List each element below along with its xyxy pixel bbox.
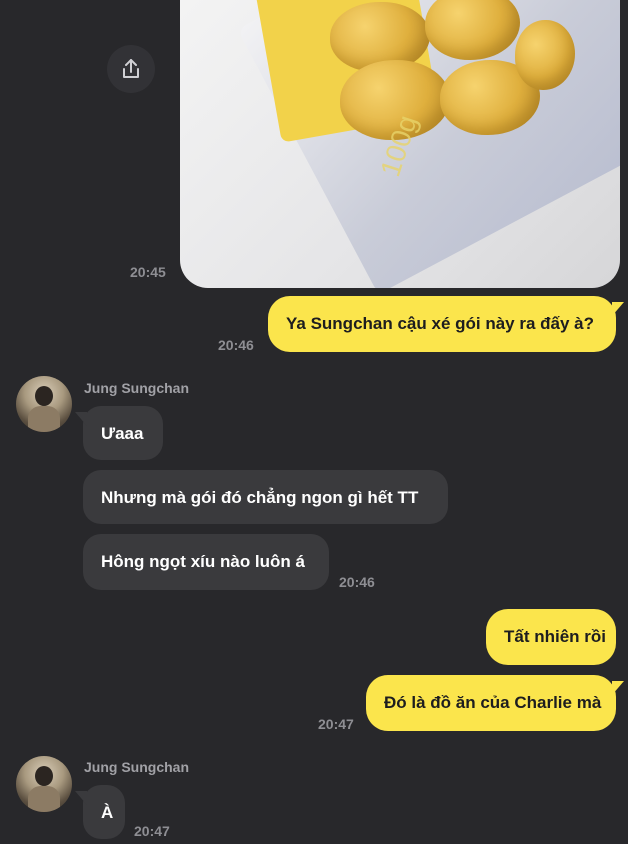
message-text: Đó là đồ ăn của Charlie mà — [384, 693, 602, 712]
message-text: À — [101, 803, 114, 822]
avatar[interactable] — [16, 376, 72, 432]
sender-name: Jung Sungchan — [84, 380, 189, 396]
timestamp: 20:47 — [134, 823, 170, 839]
outgoing-message[interactable]: Tất nhiên rồi — [486, 609, 616, 665]
incoming-message[interactable]: Hông ngọt xíu nào luôn á — [83, 534, 329, 590]
message-text: Tất nhiên rồi — [504, 627, 606, 646]
message-text: Ưaaa — [101, 424, 144, 443]
message-text: Nhưng mà gói đó chẳng ngon gì hết TT — [101, 488, 419, 507]
timestamp: 20:46 — [339, 574, 375, 590]
photo-message[interactable]: 100g — [180, 0, 620, 288]
incoming-message[interactable]: Ưaaa — [75, 406, 163, 460]
share-button[interactable] — [107, 45, 155, 93]
incoming-message[interactable]: À — [75, 785, 125, 839]
timestamp: 20:47 — [318, 716, 354, 732]
share-icon — [123, 59, 139, 78]
timestamp: 20:46 — [218, 337, 254, 353]
message-text: Ya Sungchan cậu xé gói này ra đấy à? — [286, 314, 595, 333]
outgoing-message[interactable]: Ya Sungchan cậu xé gói này ra đấy à? — [268, 296, 624, 352]
avatar[interactable] — [16, 756, 72, 812]
outgoing-message[interactable]: Đó là đồ ăn của Charlie mà — [366, 675, 624, 731]
timestamp: 20:45 — [130, 264, 166, 280]
sender-name: Jung Sungchan — [84, 759, 189, 775]
incoming-message[interactable]: Nhưng mà gói đó chẳng ngon gì hết TT — [83, 470, 448, 524]
message-text: Hông ngọt xíu nào luôn á — [101, 552, 305, 571]
